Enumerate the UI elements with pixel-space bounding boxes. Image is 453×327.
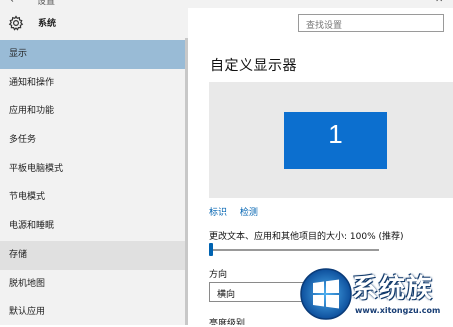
display-preview: 1	[209, 82, 453, 198]
sidebar-item-offline-maps[interactable]: 脱机地图	[0, 270, 185, 299]
monitor-number: 1	[328, 119, 343, 149]
page-title: 自定义显示器	[210, 58, 297, 74]
watermark-url: www.xitongzu.com	[355, 306, 441, 315]
identify-link[interactable]: 标识	[209, 208, 227, 218]
sidebar-scrollbar[interactable]	[185, 38, 188, 325]
search-input[interactable]: 查找设置	[298, 14, 444, 32]
sidebar-item-battery-saver[interactable]: 节电模式	[0, 183, 185, 212]
sidebar-item-display[interactable]: 显示	[0, 40, 185, 69]
scale-label: 更改文本、应用和其他项目的大小: 100% (推荐)	[209, 232, 404, 242]
sidebar-item-apps[interactable]: 应用和功能	[0, 97, 185, 126]
sidebar-nav: 显示 通知和操作 应用和功能 多任务 平板电脑模式 节电模式 电源和睡眠 存储 …	[0, 40, 185, 327]
watermark-brand: 系统族	[352, 274, 434, 304]
monitor-tile[interactable]: 1	[284, 112, 387, 169]
sidebar-item-default-apps[interactable]: 默认应用	[0, 298, 185, 327]
close-button[interactable]: ✕	[435, 0, 443, 5]
orientation-label: 方向	[209, 270, 228, 280]
detect-link[interactable]: 检测	[240, 208, 258, 218]
scale-slider[interactable]	[209, 249, 379, 251]
display-links: 标识 检测	[209, 205, 268, 218]
sidebar: 系统 显示 通知和操作 应用和功能 多任务 平板电脑模式 节电模式 电源和睡眠 …	[0, 8, 188, 325]
window-title: 设置	[37, 0, 56, 7]
watermark: 系统族 www.xitongzu.com	[300, 266, 453, 325]
search-placeholder: 查找设置	[306, 21, 343, 31]
windows-logo	[300, 268, 352, 320]
sidebar-item-storage[interactable]: 存储	[0, 240, 185, 270]
scale-slider-thumb[interactable]	[209, 243, 213, 256]
back-button[interactable]: ←	[10, 0, 19, 6]
gear-icon	[8, 15, 24, 31]
brightness-label: 亮度级别	[209, 319, 246, 325]
sidebar-item-power-sleep[interactable]: 电源和睡眠	[0, 212, 185, 241]
app-name: 系统	[38, 19, 57, 29]
sidebar-item-multitasking[interactable]: 多任务	[0, 126, 185, 155]
sidebar-item-notifications[interactable]: 通知和操作	[0, 69, 185, 98]
sidebar-item-tablet-mode[interactable]: 平板电脑模式	[0, 155, 185, 184]
sidebar-header: 系统	[0, 8, 188, 40]
title-bar: ← 设置 ✕	[0, 0, 453, 8]
orientation-value: 横向	[217, 290, 236, 300]
